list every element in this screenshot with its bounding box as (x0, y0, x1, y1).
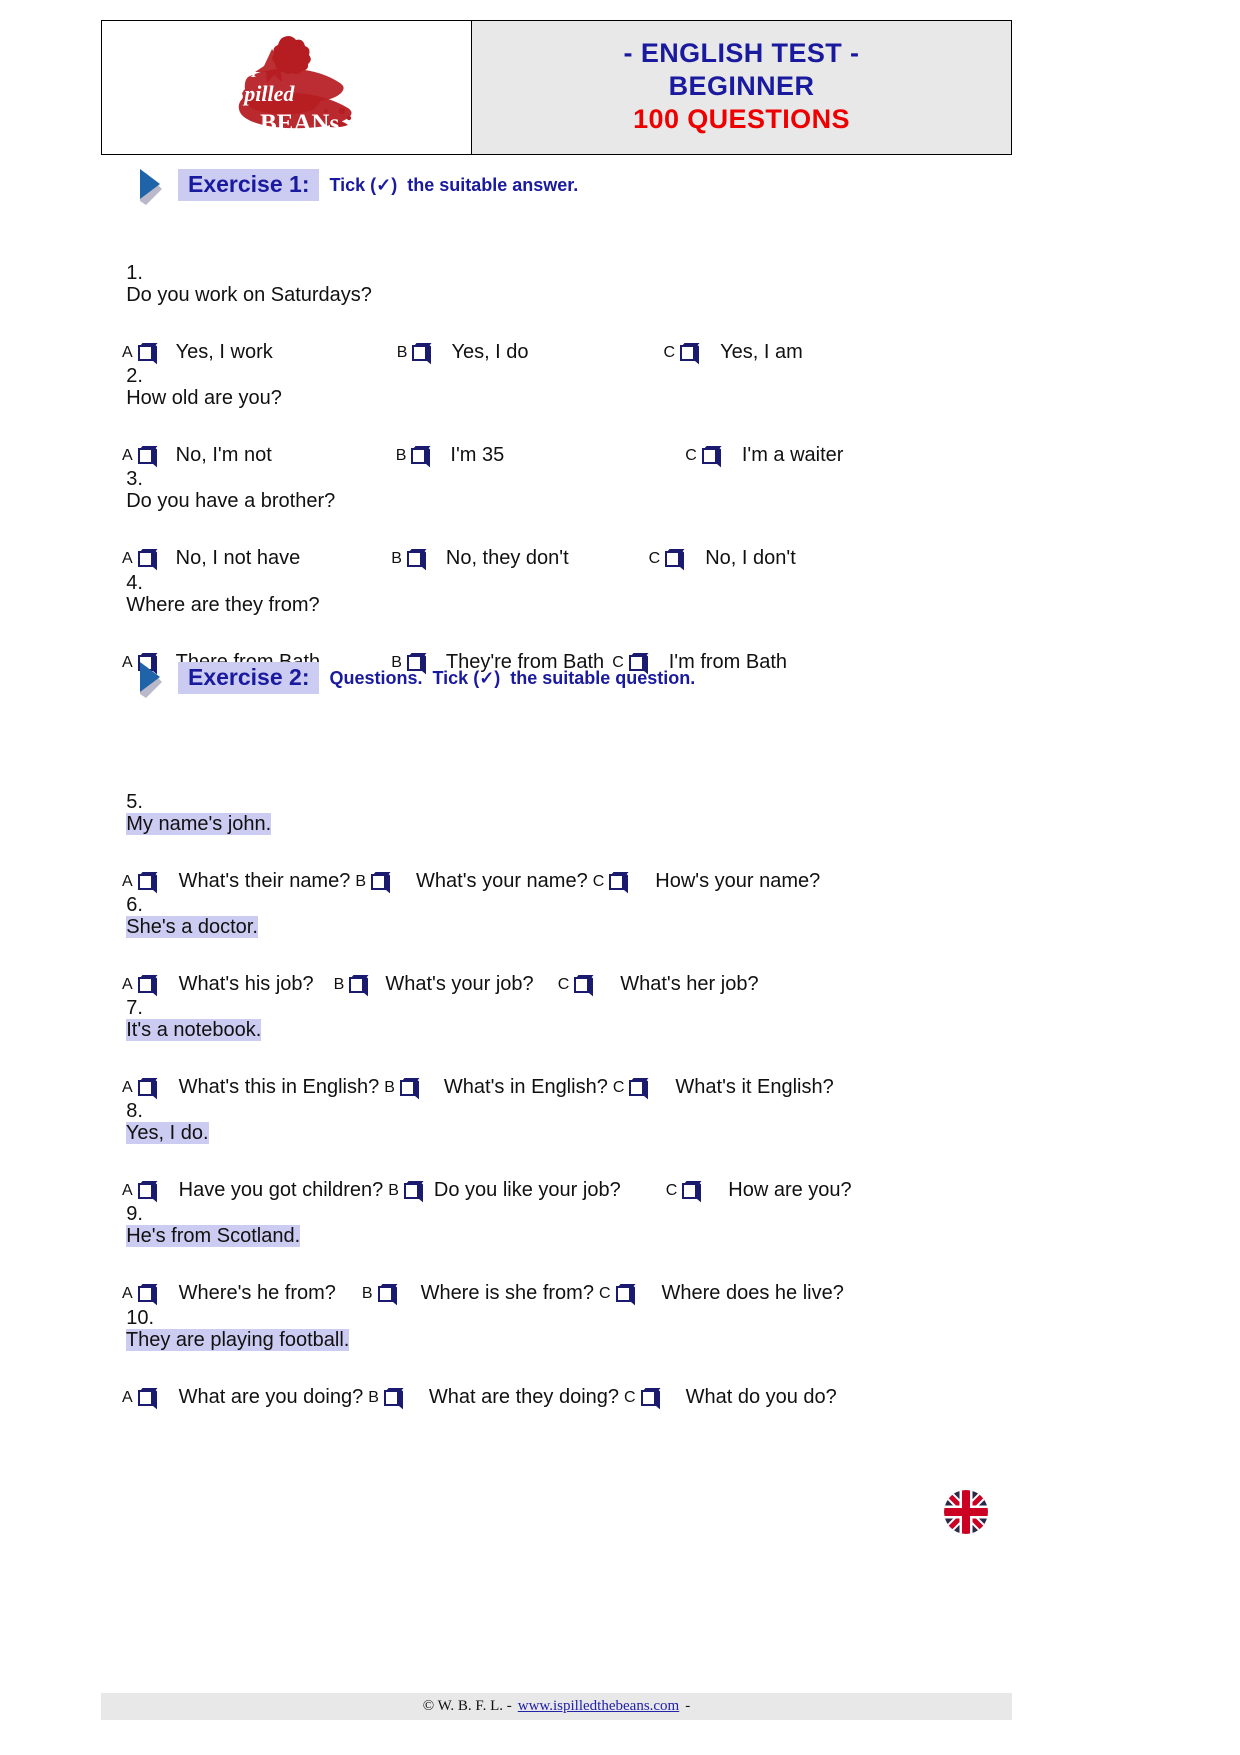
footer-website-link[interactable]: www.ispilledthebeans.com (518, 1698, 680, 1715)
svg-text:I: I (250, 65, 258, 81)
exercise-1-instruction: Tick (✓) the suitable answer. (329, 174, 579, 195)
exercise-2-header: Exercise 2: Questions. Tick (✓) the suit… (136, 658, 695, 698)
question-text-6: She's a doctor. (126, 916, 258, 938)
option-text: What are they doing? (428, 1386, 620, 1408)
question-prompt-7: 7. It's a notebook. (104, 975, 834, 1063)
option-text: What do you do? (685, 1386, 837, 1408)
exercise-1-header: Exercise 1: Tick (✓) the suitable answer… (136, 165, 578, 205)
test-level: BEGINNER (668, 71, 815, 102)
exercise-2-band: Exercise 2: (178, 662, 320, 694)
exercise-2-label: Exercise 2: (188, 664, 310, 690)
option-10-c[interactable]: C What do you do? (624, 1386, 837, 1410)
question-number-6: 6. (126, 894, 143, 916)
svg-text:the: the (230, 116, 247, 131)
svg-text:*: * (324, 106, 329, 120)
question-text-10: They are playing football. (125, 1329, 350, 1351)
footer-trailing-dash: - (685, 1698, 691, 1714)
question-prompt-2: 2. How old are you? (104, 343, 843, 431)
question-number-5: 5. (126, 791, 143, 813)
option-10-b[interactable]: B What are they doing? (368, 1386, 620, 1410)
uk-flag-icon (944, 1490, 988, 1534)
question-count: 100 QUESTIONS (633, 103, 850, 134)
footer-bar: © W. B. F. L. - www.ispilledthebeans.com… (101, 1693, 1012, 1720)
title-cell: - ENGLISH TEST - BEGINNER 100 QUESTIONS (472, 21, 1011, 154)
option-letter: B (368, 1388, 379, 1406)
question-text-4: Where are they from? (126, 594, 320, 616)
question-prompt-8: 8. Yes, I do. (104, 1078, 852, 1166)
question-prompt-1: 1. Do you work on Saturdays? (104, 240, 803, 328)
option-text: What are you doing? (178, 1386, 364, 1408)
question-text-3: Do you have a brother? (126, 490, 336, 512)
play-arrow-icon (136, 658, 170, 698)
exercise-1-label: Exercise 1: (188, 171, 310, 197)
checkbox-icon[interactable] (383, 1388, 404, 1410)
question-number-9: 9. (126, 1203, 143, 1225)
question-block-10: 10. They are playing football. A What ar… (104, 1285, 837, 1410)
header-table: I Spilled the BEANs * - ENGLISH TEST - B… (101, 20, 1012, 155)
question-number-10: 10. (126, 1307, 155, 1329)
svg-text:Spilled: Spilled (232, 81, 295, 106)
logo-cell: I Spilled the BEANs * (102, 21, 472, 154)
checkbox-icon[interactable] (137, 1388, 158, 1410)
question-text-7: It's a notebook. (126, 1019, 262, 1041)
play-arrow-icon (136, 165, 170, 205)
option-letter: A (122, 653, 133, 671)
question-number-7: 7. (126, 997, 143, 1019)
question-number-4: 4. (126, 572, 143, 594)
option-10-a[interactable]: A What are you doing? (122, 1386, 364, 1410)
question-prompt-5: 5. My name's john. (104, 769, 820, 857)
exercise-2-instruction: Questions. Tick (✓) the suitable questio… (329, 667, 696, 688)
question-text-8: Yes, I do. (125, 1122, 209, 1144)
spilled-the-beans-logo-icon: I Spilled the BEANs * (212, 33, 362, 143)
question-number-2: 2. (126, 365, 143, 387)
question-text-1: Do you work on Saturdays? (126, 284, 372, 306)
footer-copyright: © W. B. F. L. - (422, 1698, 512, 1714)
test-title-line-1: - ENGLISH TEST - (623, 38, 860, 69)
question-text-2: How old are you? (126, 387, 282, 409)
question-number-8: 8. (126, 1100, 143, 1122)
checkbox-icon[interactable] (640, 1388, 661, 1410)
options-row-10: A What are you doing? B What are they do… (104, 1386, 837, 1410)
question-prompt-10: 10. They are playing football. (104, 1285, 837, 1373)
question-prompt-3: 3. Do you have a brother? (104, 446, 796, 534)
option-letter: C (624, 1388, 636, 1406)
question-text-5: My name's john. (126, 813, 272, 835)
question-prompt-4: 4. Where are they from? (104, 550, 787, 638)
question-block-4: 4. Where are they from? A There from Bat… (104, 550, 787, 675)
option-letter: A (122, 1388, 133, 1406)
exercise-1-band: Exercise 1: (178, 169, 320, 201)
question-prompt-6: 6. She's a doctor. (104, 872, 759, 960)
question-text-9: He's from Scotland. (126, 1225, 301, 1247)
question-number-3: 3. (126, 468, 143, 490)
question-prompt-9: 9. He's from Scotland. (104, 1181, 844, 1269)
question-number-1: 1. (126, 262, 143, 284)
